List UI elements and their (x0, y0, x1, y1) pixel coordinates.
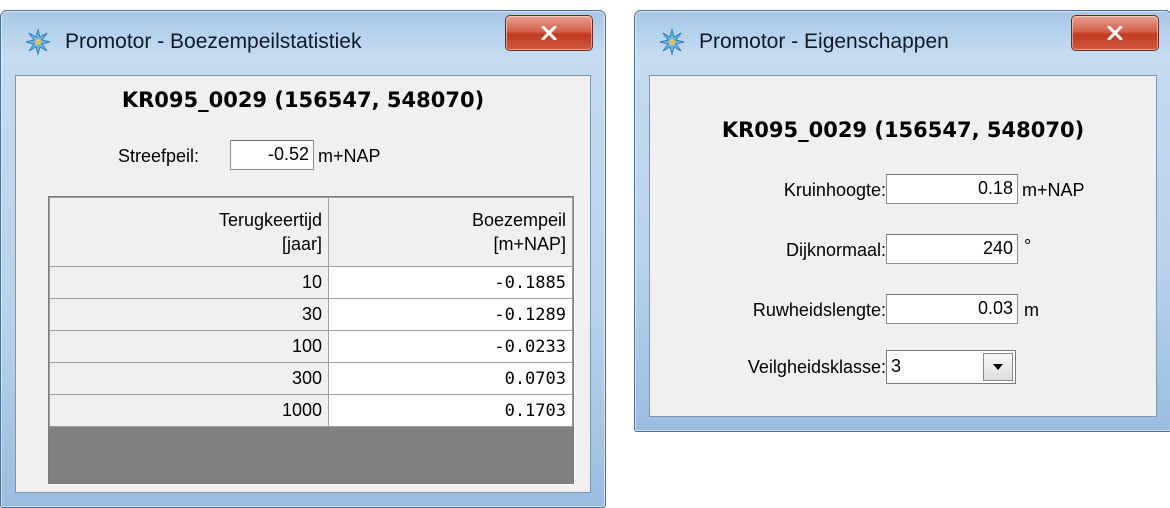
veiligheidsklasse-value: 3 (891, 356, 902, 376)
dijknormaal-field[interactable]: 240 (886, 234, 1018, 264)
promotor-app-icon (659, 28, 685, 56)
stats-window: Promotor - Boezempeilstatistiek KR095_00… (0, 10, 606, 508)
location-heading: KR095_0029 (156547, 548070) (721, 118, 1085, 142)
table-row[interactable]: 100 -0.0233 (49, 330, 573, 363)
terugkeertijd-header[interactable]: Terugkeertijd [jaar] (49, 197, 329, 267)
ruwheidslengte-unit: m (1024, 300, 1039, 320)
properties-client-area: KR095_0029 (156547, 548070) Kruinhoogte:… (649, 75, 1157, 417)
close-button[interactable] (1071, 15, 1159, 51)
stats-client-area: KR095_0029 (156547, 548070) Streefpeil: … (15, 75, 591, 493)
streefpeil-field[interactable]: -0.52 (230, 140, 314, 170)
close-icon (1107, 26, 1123, 40)
table-row[interactable]: 10 -0.1885 (49, 266, 573, 299)
title-bar[interactable]: Promotor - Boezempeilstatistiek (1, 11, 605, 75)
dropdown-button[interactable] (983, 353, 1013, 381)
table-row[interactable]: 1000 0.1703 (49, 394, 573, 427)
dijknormaal-label: Dijknormaal: (785, 240, 886, 260)
streefpeil-label: Streefpeil: (118, 146, 200, 166)
close-icon (541, 26, 557, 40)
ruwheidslengte-field[interactable]: 0.03 (886, 294, 1018, 324)
boezempeil-cell: 0.1703 (328, 394, 573, 427)
streefpeil-unit: m+NAP (318, 146, 381, 166)
boezempeil-header-line1: Boezempeil (471, 210, 566, 230)
boezempeil-header[interactable]: Boezempeil [m+NAP] (328, 197, 573, 267)
kruinhoogte-field[interactable]: 0.18 (886, 174, 1018, 204)
veiligheidsklasse-label: Veilgheidsklasse: (747, 357, 886, 377)
promotor-app-icon (25, 28, 51, 56)
boezempeil-cell: -0.0233 (328, 330, 573, 363)
statistics-grid[interactable]: Terugkeertijd [jaar] Boezempeil [m+NAP] … (48, 196, 574, 484)
dijknormaal-unit: ° (1024, 236, 1032, 256)
terugkeertijd-cell: 10 (49, 266, 329, 299)
veiligheidsklasse-select[interactable]: 3 (886, 350, 1016, 384)
table-row[interactable]: 300 0.0703 (49, 362, 573, 395)
boezempeil-cell: -0.1289 (328, 298, 573, 331)
boezempeil-cell: -0.1885 (328, 266, 573, 299)
boezempeil-header-line2: [m+NAP] (493, 234, 566, 254)
window-title: Promotor - Eigenschappen (699, 30, 949, 53)
boezempeil-cell: 0.0703 (328, 362, 573, 395)
location-heading: KR095_0029 (156547, 548070) (121, 88, 485, 112)
window-title: Promotor - Boezempeilstatistiek (65, 30, 362, 53)
terugkeertijd-cell: 30 (49, 298, 329, 331)
title-bar[interactable]: Promotor - Eigenschappen (635, 11, 1170, 75)
ruwheidslengte-label: Ruwheidslengte: (752, 300, 886, 320)
table-row[interactable]: 30 -0.1289 (49, 298, 573, 331)
terugkeertijd-header-line1: Terugkeertijd (218, 210, 322, 230)
kruinhoogte-label: Kruinhoogte: (783, 180, 886, 200)
properties-window: Promotor - Eigenschappen KR095_0029 (156… (634, 10, 1170, 432)
kruinhoogte-unit: m+NAP (1022, 180, 1085, 200)
close-button[interactable] (505, 15, 593, 51)
terugkeertijd-cell: 100 (49, 330, 329, 363)
terugkeertijd-cell: 1000 (49, 394, 329, 427)
chevron-down-icon (993, 364, 1003, 370)
terugkeertijd-cell: 300 (49, 362, 329, 395)
terugkeertijd-header-line2: [jaar] (281, 234, 322, 254)
